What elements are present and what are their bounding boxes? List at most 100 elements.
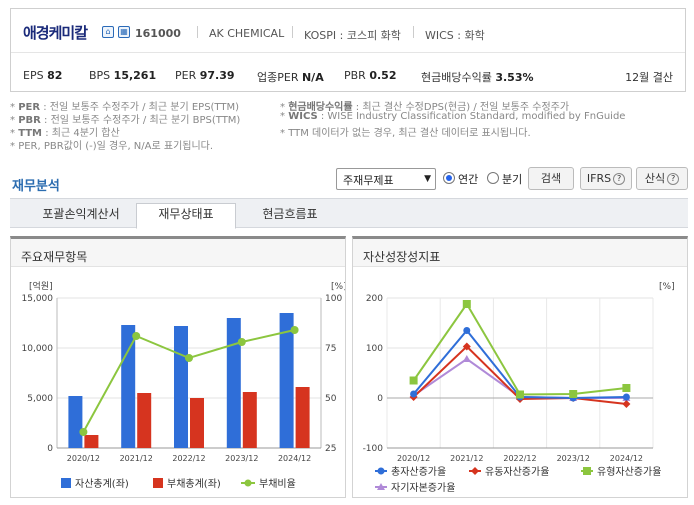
stock-code: 161000 [135,27,181,40]
y-tick-right: 75 [325,344,336,354]
radio-quarter-label: 분기 [502,173,523,186]
panel-title: 자산성장성지표 [363,250,441,264]
point-debt-ratio [290,326,299,334]
series-point-2 [622,384,631,392]
metric-industry-per: 업종PER N/A [257,71,324,84]
statement-tabs: 포괄손익계산서 재무상태표 현금흐름표 [10,198,688,229]
series-point-0 [463,327,471,334]
legend-label-assets: 자산총계(좌) [75,478,129,490]
divider [292,26,293,38]
series-point-0 [622,393,630,401]
panel-title: 주요재무항목 [21,250,88,264]
wics-info: WICS : 화학 [425,29,485,42]
y-tick-left: 0 [47,444,53,454]
divider [413,26,414,38]
chevron-down-icon: ▼ [424,174,431,184]
company-name: 애경케미칼 [23,24,88,42]
x-tick-label: 2022/12 [503,454,536,463]
axis-unit-left: [억원] [29,280,53,292]
y-tick-left: 5,000 [27,394,53,404]
series-point-1 [622,400,631,408]
x-tick-label: 2024/12 [278,454,311,463]
legend-point-debt-ratio [244,479,252,487]
series-point-2 [516,390,524,399]
series-line-2 [412,302,627,396]
x-tick-label: 2021/12 [450,454,483,463]
asset-growth-panel: 자산성장성지표 [%] -100 0 100 200 2020/12 2021/12 2022… [352,236,688,498]
x-tick-label: 2020/12 [67,454,100,463]
y-tick: -100 [363,444,384,454]
bar-liabilities [295,387,310,448]
bar-assets [174,326,188,448]
legend-marker-1 [471,467,479,475]
metric-eps: EPS 82 [23,69,63,82]
x-tick-label: 2021/12 [120,454,153,463]
note-ttm-fallback: * TTM 데이터가 없는 경우, 최근 결산 데이터로 표시됩니다. [280,128,531,139]
x-tick-label: 2020/12 [397,454,430,463]
y-tick: 100 [366,344,383,354]
x-tick-label: 2023/12 [557,454,590,463]
legend-marker-2 [583,467,591,475]
series-point-0 [410,390,418,398]
legend-marker-0 [377,467,385,475]
point-debt-ratio [185,354,193,362]
series-point-2 [409,376,418,385]
metric-bps: BPS 15,261 [89,69,157,82]
y-tick-right: 50 [325,394,337,404]
main-financials-chart: [억원] [%] 0 5,000 10,000 15,000 25 50 75 100 2020/1… [22,280,346,490]
asset-growth-chart: [%] -100 0 100 200 2020/12 2021/12 2022/12 2023/… [363,282,675,494]
home-icon[interactable]: ⌂ [102,26,114,38]
tab-balance-sheet[interactable]: 재무상태표 [136,203,236,229]
bar-assets [226,318,241,448]
x-tick-label: 2023/12 [225,454,258,463]
radio-annual[interactable] [443,172,455,184]
bar-liabilities [137,393,152,448]
building-icon[interactable]: ▦ [118,26,130,38]
axis-unit-right: [%] [331,282,345,292]
legend-swatch-liabilities [153,478,163,488]
y-tick: 0 [377,394,383,404]
y-tick: 200 [366,294,383,304]
bar-liabilities [190,398,204,448]
bar-liabilities [84,435,99,448]
formula-button[interactable]: 산식? [636,167,688,190]
metric-pbr: PBR 0.52 [344,69,397,82]
ifrs-button[interactable]: IFRS? [580,167,632,190]
help-icon: ? [613,173,626,185]
series-point-2 [569,390,578,398]
settlement-month: 12월 결산 [625,71,673,84]
legend-label-0: 총자산증가율 [391,466,446,478]
section-title: 재무분석 [12,179,60,194]
bar-liabilities [242,392,257,448]
divider [197,26,198,38]
note-wics: * WICS : WISE Industry Classification St… [280,111,626,122]
x-tick-label: 2024/12 [610,454,643,463]
bar-assets [68,396,83,448]
main-financials-panel: 주요재무항목 [억원] [%] 0 5,000 10,000 15,000 25 50 75 10… [10,236,346,498]
english-name: AK CHEMICAL [209,27,285,40]
help-icon: ? [667,173,680,185]
series-point-2 [462,300,471,308]
legend-label-2: 유형자산증가율 [597,466,661,478]
y-tick-left: 10,000 [22,344,54,354]
point-debt-ratio [237,338,246,346]
search-button[interactable]: 검색 [528,167,574,190]
radio-quarter[interactable] [487,172,499,184]
tab-cash-flow[interactable]: 현금흐름표 [238,204,342,229]
series-line-0 [412,328,627,400]
series-point-3 [462,355,471,362]
y-tick-left: 15,000 [22,294,54,304]
y-tick-right: 100 [325,294,342,304]
y-tick-right: 25 [325,444,336,454]
legend-label-3: 자기자본증가율 [391,482,455,494]
radio-annual-label: 연간 [458,173,479,186]
market-info: KOSPI : 코스피 화학 [304,29,401,42]
legend-swatch-assets [61,478,71,488]
statement-select[interactable]: 주재무제표 ▼ [336,168,436,190]
point-debt-ratio [132,332,141,340]
point-debt-ratio [79,428,88,436]
tab-income-statement[interactable]: 포괄손익계산서 [22,204,140,229]
metric-per: PER 97.39 [175,69,235,82]
legend-label-liabilities: 부채총계(좌) [167,478,221,490]
x-tick-label: 2022/12 [172,454,205,463]
